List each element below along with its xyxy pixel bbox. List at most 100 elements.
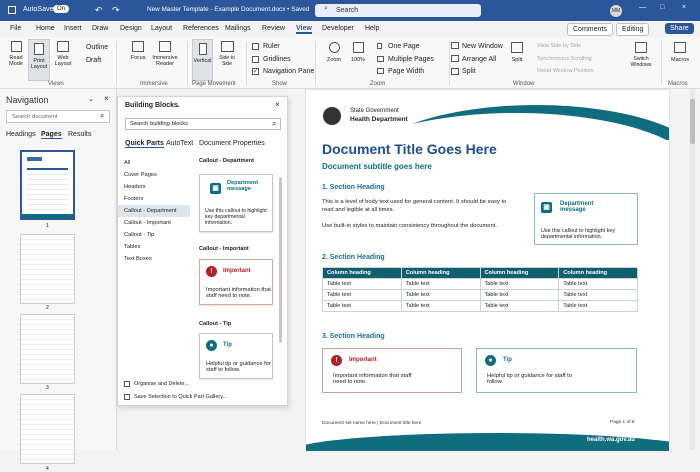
department-callout-card[interactable]: ▣ Department message Use this callout to… xyxy=(199,174,273,232)
table-cell: Table text xyxy=(479,300,560,312)
immersive-reader-button[interactable]: Immersive Reader xyxy=(150,41,180,67)
category-all[interactable]: All xyxy=(118,157,190,169)
menu-layout[interactable]: Layout xyxy=(151,25,172,32)
table-row: Table text Table text Table text Table text xyxy=(322,289,638,301)
comments-button[interactable]: Comments xyxy=(567,23,613,36)
category-footers[interactable]: Footers xyxy=(118,193,190,205)
menu-mailings[interactable]: Mailings xyxy=(225,25,251,32)
switch-windows-button[interactable]: Switch Windows xyxy=(624,42,658,68)
organise-delete-button[interactable]: Organise and Delete... xyxy=(134,381,189,387)
menu-view[interactable]: View xyxy=(296,25,312,34)
menu-file[interactable]: File xyxy=(10,25,21,32)
user-avatar[interactable]: MM xyxy=(610,5,622,17)
category-callout-tip[interactable]: Callout - Tip xyxy=(118,229,190,241)
menu-draw[interactable]: Draw xyxy=(92,25,108,32)
table-cell: Table text xyxy=(479,289,560,301)
table-cell: Table text xyxy=(479,278,560,290)
gridlines-checkbox[interactable] xyxy=(252,56,259,63)
body-paragraph-2: Use built-in styles to maintain consiste… xyxy=(322,223,497,229)
important-callout-card[interactable]: ! Important Important information that s… xyxy=(199,259,273,305)
reset-position-button[interactable]: Reset Window Position xyxy=(537,68,594,74)
category-callout-important[interactable]: Callout - Important xyxy=(118,217,190,229)
read-mode-button[interactable]: Read Mode xyxy=(5,41,27,67)
navigation-menu-icon[interactable]: ⌄ xyxy=(88,95,94,103)
navigation-close-icon[interactable]: × xyxy=(104,94,109,103)
outline-button[interactable]: Outline xyxy=(86,44,108,51)
scroll-thumb[interactable] xyxy=(690,99,695,144)
menu-references[interactable]: References xyxy=(183,25,219,32)
restore-icon[interactable]: □ xyxy=(660,4,664,11)
building-blocks-menu-icon[interactable]: ⌄ xyxy=(175,101,181,109)
category-cover-pages[interactable]: Cover Pages xyxy=(118,169,190,181)
split-button[interactable]: Split xyxy=(506,42,528,63)
tab-autotext[interactable]: AutoText xyxy=(166,140,193,147)
side-to-side-button[interactable]: Side to Side xyxy=(216,41,238,67)
side-by-side-button[interactable]: View Side by Side xyxy=(537,43,581,49)
category-callout-department[interactable]: Callout - Department xyxy=(118,205,190,217)
undo-icon[interactable]: ↶ xyxy=(95,5,103,16)
tab-pages[interactable]: Pages xyxy=(41,131,62,139)
category-tables[interactable]: Tables xyxy=(118,241,190,253)
save-icon[interactable] xyxy=(8,6,16,14)
ruler-checkbox[interactable] xyxy=(252,43,259,50)
new-window-button[interactable]: New Window xyxy=(462,43,503,50)
search-icon: ⌕ xyxy=(324,5,328,12)
page-width-button[interactable]: Page Width xyxy=(388,68,424,75)
tab-results[interactable]: Results xyxy=(68,131,91,138)
building-blocks-search-input[interactable]: Search building blocks ⌕ xyxy=(125,118,281,130)
tab-headings[interactable]: Headings xyxy=(6,131,36,138)
menu-developer[interactable]: Developer xyxy=(322,25,354,32)
read-mode-label: Read Mode xyxy=(9,55,23,67)
gridlines-label: Gridlines xyxy=(263,56,291,63)
table-header-cell: Column heading xyxy=(479,267,560,279)
redo-icon[interactable]: ↷ xyxy=(112,5,120,16)
split-small-button[interactable]: Split xyxy=(462,68,476,75)
page-thumbnail-3[interactable] xyxy=(20,314,75,384)
arrange-all-button[interactable]: Arrange All xyxy=(462,56,496,63)
menu-help[interactable]: Help xyxy=(365,25,379,32)
vertical-scrollbar[interactable] xyxy=(690,89,695,450)
zoom-100-label: 100% xyxy=(350,57,366,63)
building-blocks-close-icon[interactable]: × xyxy=(275,100,280,109)
menu-home[interactable]: Home xyxy=(36,25,55,32)
menu-design[interactable]: Design xyxy=(120,25,142,32)
web-layout-button[interactable]: Web Layout xyxy=(52,41,74,67)
department-callout-body: Use this callout to highlight key depart… xyxy=(541,228,616,240)
category-headers[interactable]: Headers xyxy=(118,181,190,193)
tab-quick-parts[interactable]: Quick Parts xyxy=(125,140,164,148)
search-label: Search xyxy=(336,7,359,14)
building-blocks-scrollbar[interactable] xyxy=(279,177,282,343)
editing-button[interactable]: Editing xyxy=(616,23,650,36)
share-button[interactable]: Share xyxy=(665,23,694,34)
multiple-pages-button[interactable]: Multiple Pages xyxy=(388,56,434,63)
web-layout-icon xyxy=(57,41,69,52)
navigation-pane-checkbox[interactable]: ✓ xyxy=(252,68,259,75)
page-thumbnail-1[interactable] xyxy=(20,150,75,220)
tab-document-properties[interactable]: Document Properties xyxy=(199,140,265,147)
menu-review[interactable]: Review xyxy=(262,25,285,32)
menu-insert[interactable]: Insert xyxy=(64,25,82,32)
sync-scrolling-button[interactable]: Synchronous Scrolling xyxy=(537,56,592,62)
close-icon[interactable]: × xyxy=(682,4,686,11)
zoom-100-button[interactable]: 100% xyxy=(347,42,369,63)
page-thumbnail-2[interactable] xyxy=(20,234,75,304)
tip-callout-icon: ● xyxy=(485,355,496,366)
macros-button[interactable]: Macros xyxy=(666,42,694,63)
navigation-pane: Navigation ⌄ × Search document ⌕ Heading… xyxy=(0,89,117,472)
autosave-toggle[interactable]: On xyxy=(53,5,70,13)
hundred-percent-icon xyxy=(352,42,364,53)
navigation-search-input[interactable]: Search document ⌕ xyxy=(6,110,110,123)
draft-button[interactable]: Draft xyxy=(86,57,101,64)
window-group-label: Window xyxy=(513,81,535,87)
zoom-button[interactable]: Zoom xyxy=(323,42,345,63)
print-layout-button[interactable]: Print Layout xyxy=(28,39,50,81)
vertical-button[interactable]: Vertical xyxy=(192,39,213,81)
focus-button[interactable]: Focus xyxy=(126,41,150,61)
tip-callout-card[interactable]: ● Tip Helpful tip or guidance for staff … xyxy=(199,333,273,379)
one-page-button[interactable]: One Page xyxy=(388,43,420,50)
page-thumbnail-4[interactable] xyxy=(20,394,75,464)
minimize-icon[interactable]: — xyxy=(639,4,646,11)
search-box[interactable]: ⌕ Search xyxy=(315,4,481,17)
save-selection-button[interactable]: Save Selection to Quick Part Gallery... xyxy=(134,394,227,400)
category-text-boxes[interactable]: Text Boxes xyxy=(118,253,190,265)
